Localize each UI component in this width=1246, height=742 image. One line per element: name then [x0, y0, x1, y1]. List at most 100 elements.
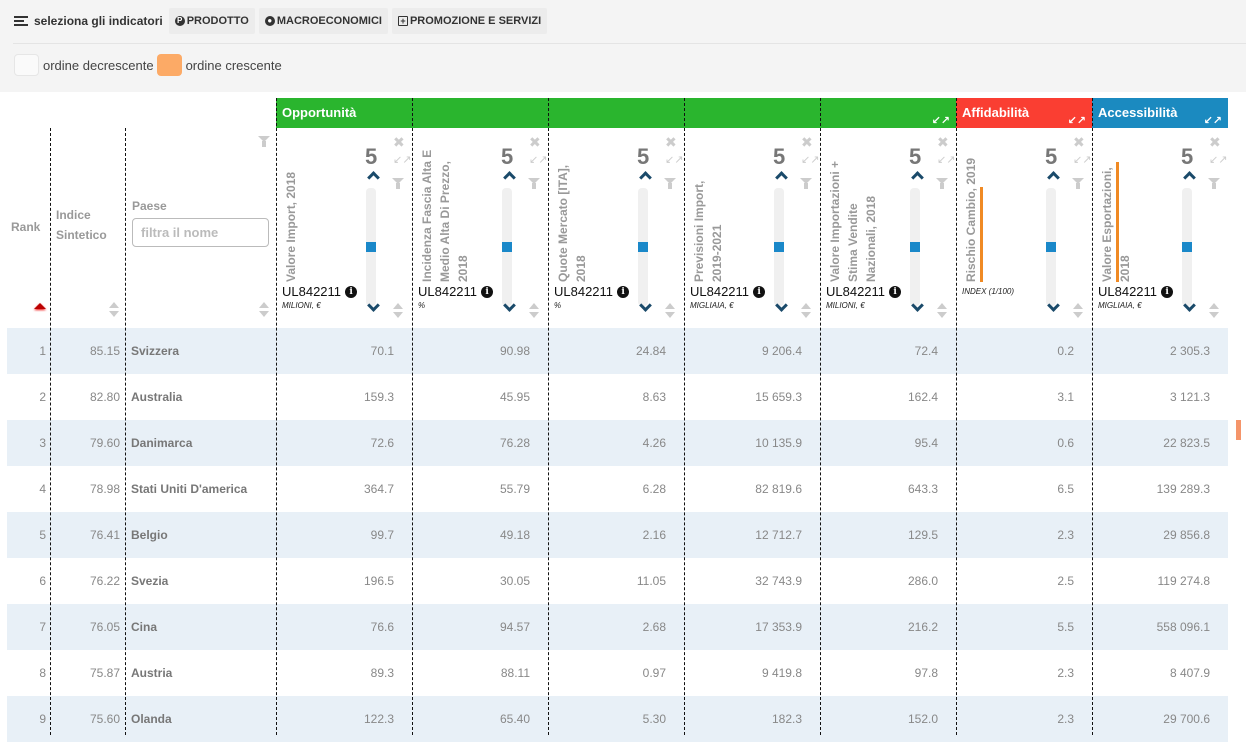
weight-slider-thumb[interactable] [502, 242, 512, 252]
weight-decrease-icon[interactable] [1182, 303, 1196, 313]
collapse-column-icon[interactable]: ↙↗ [665, 155, 683, 166]
weight-increase-icon[interactable] [1046, 170, 1060, 180]
weight-slider-thumb[interactable] [638, 242, 648, 252]
info-icon[interactable]: i [617, 285, 630, 298]
weight-slider[interactable] [1046, 188, 1056, 306]
table-row[interactable]: 2 82.80 Australia 159.3 45.95 8.63 15 659.3 162… [7, 374, 1228, 420]
country-filter-icon[interactable] [258, 136, 270, 148]
remove-indicator-icon[interactable]: ✖ [1073, 135, 1085, 149]
collapse-column-icon[interactable]: ↙↗ [529, 155, 547, 166]
column-filter-icon[interactable] [936, 178, 948, 190]
column-sort-icon[interactable] [937, 303, 947, 319]
info-icon[interactable]: i [889, 285, 902, 298]
table-row[interactable]: 3 79.60 Danimarca 72.6 76.28 4.26 10 135.9 95.4… [7, 420, 1228, 466]
weight-increase-icon[interactable] [910, 170, 924, 180]
collapse-icon[interactable]: ↙↗ [932, 106, 950, 136]
remove-indicator-icon[interactable]: ✖ [937, 135, 949, 149]
remove-indicator-icon[interactable]: ✖ [801, 135, 813, 149]
country-filter-input[interactable] [132, 218, 269, 247]
country-cell[interactable]: Svezia [131, 558, 276, 604]
weight-slider[interactable] [502, 188, 512, 306]
promotion-services-button[interactable]: + PROMOZIONE E SERVIZI [391, 8, 548, 34]
country-cell[interactable]: Stati Uniti D'america [131, 466, 276, 512]
rank-cell: 6 [39, 574, 46, 588]
column-filter-icon[interactable] [800, 178, 812, 190]
weight-increase-icon[interactable] [366, 170, 380, 180]
weight-decrease-icon[interactable] [774, 303, 788, 313]
index-cell: 75.87 [89, 666, 120, 680]
country-cell[interactable]: Olanda [131, 696, 276, 742]
column-sort-icon[interactable] [1209, 303, 1219, 319]
indicator-value-cell: 55.79 [499, 482, 530, 496]
collapse-icon[interactable]: ↙↗ [1068, 106, 1086, 136]
column-sort-icon[interactable] [1073, 303, 1083, 319]
country-cell[interactable]: Australia [131, 374, 276, 420]
indicator-value-cell: 139 289.3 [1156, 482, 1210, 496]
country-cell[interactable]: Svizzera [131, 328, 276, 374]
weight-slider-thumb[interactable] [1046, 242, 1056, 252]
weight-slider-thumb[interactable] [774, 242, 784, 252]
product-button[interactable]: P PRODOTTO [168, 8, 255, 34]
table-row[interactable]: 4 78.98 Stati Uniti D'america 364.7 55.79 6.2… [7, 466, 1228, 512]
column-sort-icon[interactable] [801, 303, 811, 319]
weight-slider[interactable] [366, 188, 376, 306]
weight-slider[interactable] [910, 188, 920, 306]
weight-decrease-icon[interactable] [1046, 303, 1060, 313]
column-filter-icon[interactable] [664, 178, 676, 190]
column-sort-icon[interactable] [393, 303, 403, 319]
weight-slider[interactable] [774, 188, 784, 306]
column-filter-icon[interactable] [392, 178, 404, 190]
table-row[interactable]: 6 76.22 Svezia 196.5 30.05 11.05 32 743.9 286.0… [7, 558, 1228, 604]
table-row[interactable]: 8 75.87 Austria 89.3 88.11 0.97 9 419.8 97.8 2.3… [7, 650, 1228, 696]
remove-indicator-icon[interactable]: ✖ [393, 135, 405, 149]
weight-increase-icon[interactable] [774, 170, 788, 180]
collapse-column-icon[interactable]: ↙↗ [1209, 155, 1227, 166]
weight-increase-icon[interactable] [638, 170, 652, 180]
indicator-value-cell: 122.3 [363, 712, 394, 726]
indicator-code: UL842211 i [826, 284, 902, 299]
country-sort-icon[interactable] [259, 302, 269, 318]
sort-legend: ordine decrescente ordine crescente [14, 54, 282, 76]
collapse-column-icon[interactable]: ↙↗ [393, 155, 411, 166]
info-icon[interactable]: i [1161, 285, 1174, 298]
country-cell[interactable]: Austria [131, 650, 276, 696]
column-filter-icon[interactable] [528, 178, 540, 190]
rank-sort-icon[interactable] [34, 303, 46, 311]
table-row[interactable]: 5 76.41 Belgio 99.7 49.18 2.16 12 712.7 129.5 2.… [7, 512, 1228, 558]
table-row[interactable]: 9 75.60 Olanda 122.3 65.40 5.30 182.3 152.0 2.3 2… [7, 696, 1228, 742]
country-cell[interactable]: Cina [131, 604, 276, 650]
weight-increase-icon[interactable] [502, 170, 516, 180]
collapse-column-icon[interactable]: ↙↗ [937, 155, 955, 166]
collapse-column-icon[interactable]: ↙↗ [801, 155, 819, 166]
column-sort-icon[interactable] [665, 303, 675, 319]
scrollbar-thumb[interactable] [1236, 420, 1241, 440]
table-row[interactable]: 1 85.15 Svizzera 70.1 90.98 24.84 9 206.4 72.4 0… [7, 328, 1228, 374]
country-cell[interactable]: Belgio [131, 512, 276, 558]
weight-slider-thumb[interactable] [910, 242, 920, 252]
country-cell[interactable]: Danimarca [131, 420, 276, 466]
weight-decrease-icon[interactable] [502, 303, 516, 313]
weight-increase-icon[interactable] [1182, 170, 1196, 180]
table-row[interactable]: 7 76.05 Cina 76.6 94.57 2.68 17 353.9 216.2 5.5 5… [7, 604, 1228, 650]
weight-slider-thumb[interactable] [1182, 242, 1192, 252]
remove-indicator-icon[interactable]: ✖ [665, 135, 677, 149]
weight-decrease-icon[interactable] [638, 303, 652, 313]
ascending-order-marker [980, 187, 983, 282]
column-sort-icon[interactable] [529, 303, 539, 319]
remove-indicator-icon[interactable]: ✖ [529, 135, 541, 149]
weight-decrease-icon[interactable] [366, 303, 380, 313]
macroeconomic-button[interactable]: ● MACROECONOMICI [258, 8, 388, 34]
weight-slider-thumb[interactable] [366, 242, 376, 252]
remove-indicator-icon[interactable]: ✖ [1209, 135, 1221, 149]
info-icon[interactable]: i [753, 285, 766, 298]
info-icon[interactable]: i [481, 285, 494, 298]
collapse-icon[interactable]: ↙↗ [1204, 106, 1222, 136]
column-filter-icon[interactable] [1072, 178, 1084, 190]
column-filter-icon[interactable] [1208, 178, 1220, 190]
weight-slider[interactable] [638, 188, 648, 306]
info-icon[interactable]: i [345, 285, 358, 298]
collapse-column-icon[interactable]: ↙↗ [1073, 155, 1091, 166]
index-sort-icon[interactable] [109, 302, 119, 318]
weight-slider[interactable] [1182, 188, 1192, 306]
weight-decrease-icon[interactable] [910, 303, 924, 313]
